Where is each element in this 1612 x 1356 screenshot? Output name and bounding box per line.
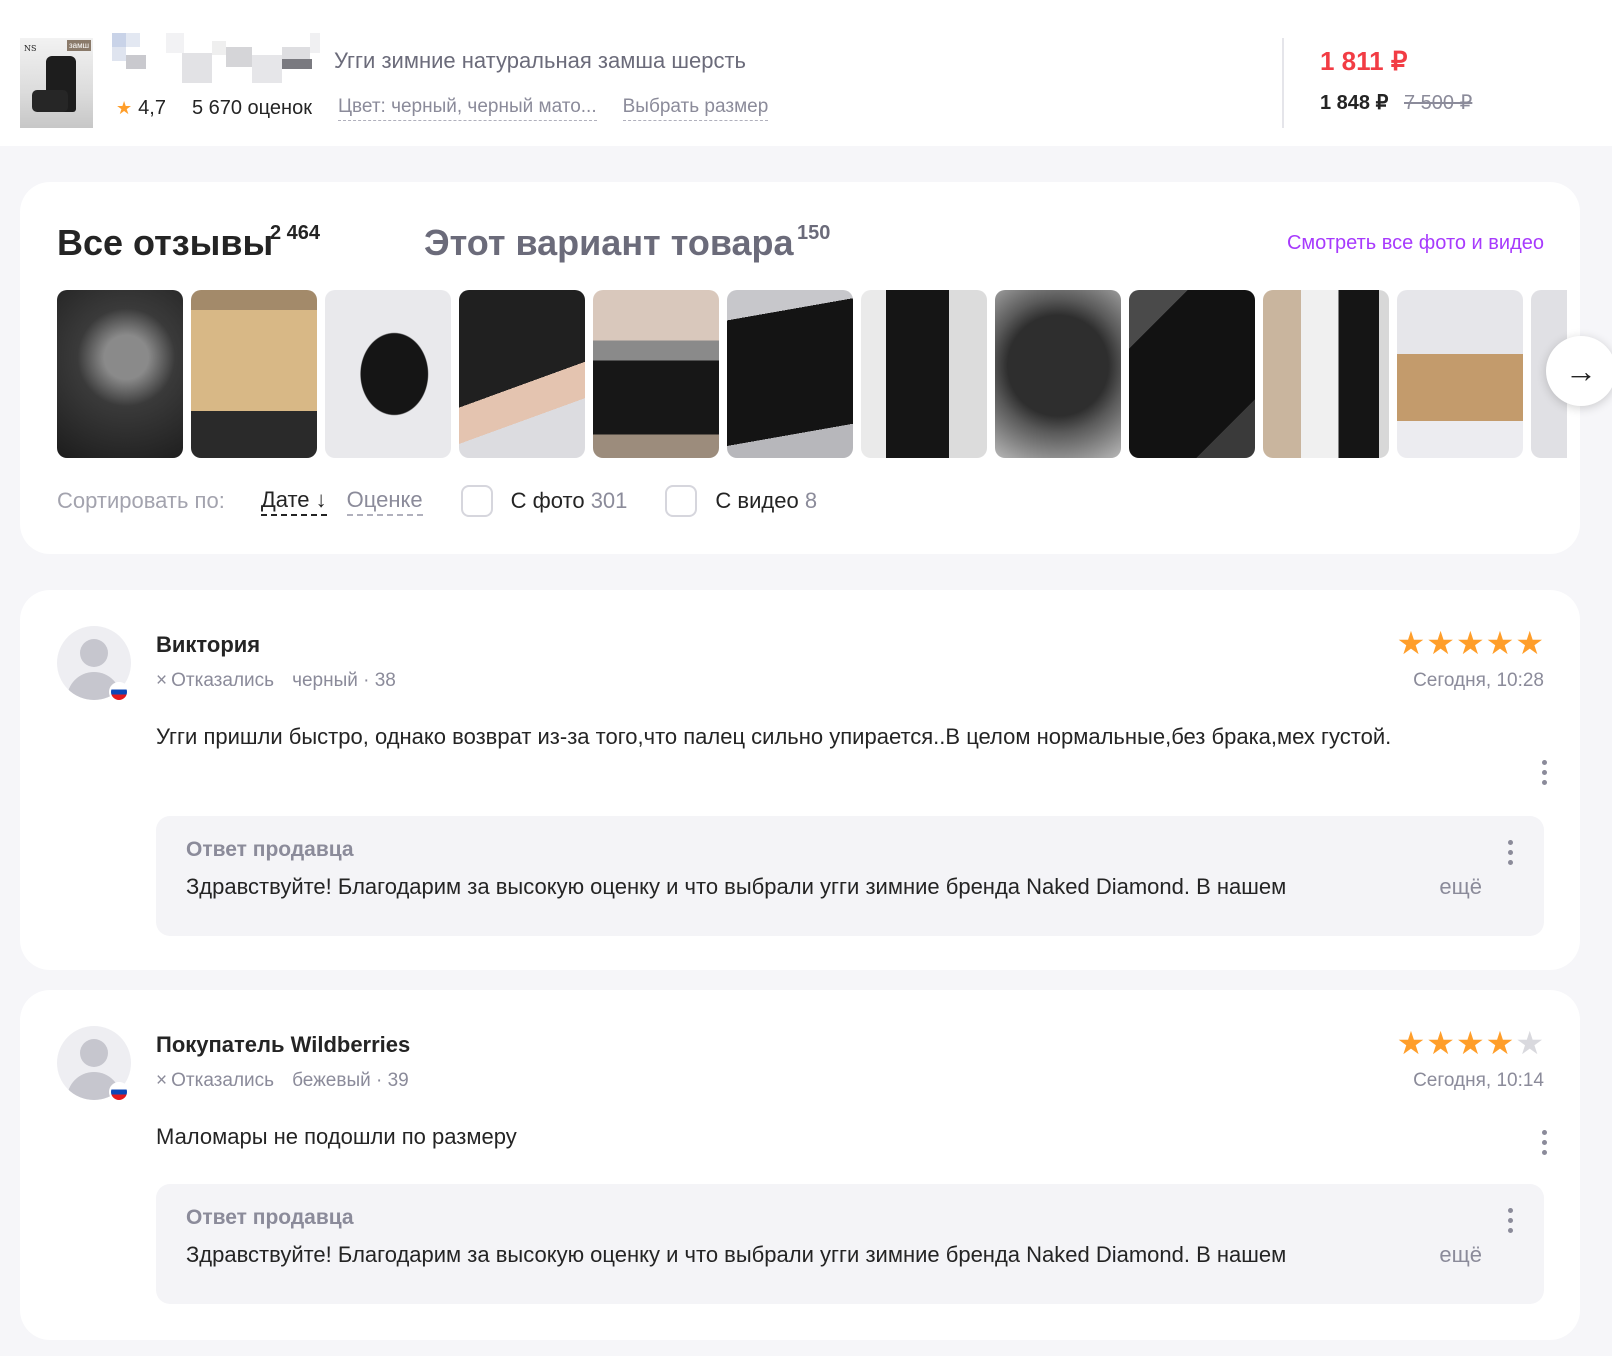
gallery-next-button[interactable]: → [1546,336,1612,406]
review-photo-gallery [57,290,1567,458]
filter-photo-checkbox[interactable] [460,485,493,517]
choose-size-link[interactable]: Выбрать размер [622,96,769,121]
seller-reply: Ответ продавца Здравствуйте! Благодарим … [156,1184,1544,1304]
close-icon: × [156,670,168,691]
price-wallet: 1 848 ₽ [1320,92,1389,114]
star-icon: ★ [1455,1025,1485,1061]
review-status: Отказались [171,670,275,691]
filter-photo-text: С фото [510,488,585,513]
avatar-head-shape [80,639,108,667]
russia-flag-icon [109,1082,129,1102]
sort-label: Сортировать по: [57,488,225,513]
thumbnail-logo-mark: NS [24,44,37,53]
review-variant: черный · 38 [292,670,396,691]
review-stars: ★ ★ ★ ★ ★ [1396,626,1544,660]
review-photo[interactable] [191,290,317,458]
review-photo[interactable] [1397,290,1523,458]
star-icon: ★ [1485,1025,1515,1061]
price-old: 7 500 ₽ [1404,92,1473,114]
reply-more-link[interactable]: ещё [1439,874,1482,900]
star-empty-icon: ★ [1515,1025,1544,1061]
review-meta: × Отказались черный · 38 [156,670,396,692]
review-photo[interactable] [861,290,987,458]
product-meta-row: ★ 4,7 5 670 оценок Цвет: черный, черный … [116,94,794,122]
star-icon: ★ [1396,1025,1426,1061]
review-photo[interactable] [325,290,451,458]
header-divider [1282,38,1284,128]
filter-photo-label[interactable]: С фото 301 [511,488,628,514]
price-current: 1 811 ₽ [1320,46,1408,76]
reply-more-link[interactable]: ещё [1439,1242,1482,1268]
product-thumbnail[interactable]: NS замш [20,38,93,128]
product-ratings-count[interactable]: 5 670 оценок [192,97,312,120]
review-photo[interactable] [1129,290,1255,458]
star-icon: ★ [1426,1025,1455,1061]
filter-video-checkbox[interactable] [665,485,698,517]
review-card: Виктория × Отказались черный · 38 ★ ★ ★ ★ … [20,590,1580,970]
review-photo[interactable] [727,290,853,458]
thumbnail-label-mark: замш [66,40,91,51]
see-all-media-link[interactable]: Смотреть все фото и видео [1287,232,1544,255]
review-status: Отказались [171,1070,275,1091]
review-menu-button[interactable] [1540,760,1548,790]
filter-video-count: 8 [804,488,818,513]
filter-video-text: С видео [715,488,799,513]
seller-reply-text: Здравствуйте! Благодарим за высокую оцен… [186,874,1287,899]
review-menu-button[interactable] [1540,1130,1548,1160]
review-text: Угги пришли быстро, однако возврат из-за… [156,724,1392,749]
sort-by-rating[interactable]: Оценке [346,487,423,516]
product-rating: 4,7 [138,96,166,119]
reviews-header-card: Все отзывы 2 464 Этот вариант товара 150… [20,182,1612,554]
reply-menu-button[interactable] [1506,1208,1514,1238]
star-icon: ★ [1485,625,1515,661]
tab-all-reviews-count: 2 464 [270,222,321,244]
review-photo[interactable] [459,290,585,458]
review-card: Покупатель Wildberries × Отказались бежевы… [20,990,1580,1340]
review-photo[interactable] [1263,290,1389,458]
close-icon: × [156,1070,168,1091]
star-icon: ★ [1455,625,1485,661]
sort-by-date-label: Дате [260,486,310,512]
avatar-head-shape [80,1039,108,1067]
product-title[interactable]: Угги зимние натуральная замша шерсть [334,48,746,74]
review-text: Маломары не подошли по размеру [156,1124,517,1149]
seller-reply: Ответ продавца Здравствуйте! Благодарим … [156,816,1544,936]
review-date: Сегодня, 10:14 [1413,1070,1544,1091]
product-header-bar: NS замш Угги зимние натуральная замша ше… [0,0,1612,146]
product-color-selector[interactable]: Цвет: черный, черный мато... [337,96,597,121]
arrow-right-icon: → [1565,352,1597,389]
review-date: Сегодня, 10:28 [1413,670,1544,691]
review-variant: бежевый · 39 [292,1070,409,1091]
review-meta: × Отказались бежевый · 39 [156,1070,409,1092]
filter-video-label[interactable]: С видео 8 [715,488,817,514]
tab-all-reviews[interactable]: Все отзывы [57,222,273,264]
arrow-down-icon: ↓ [315,486,327,512]
blurred-brand-name [112,33,327,85]
thumbnail-boot-shape-2 [32,90,68,112]
reviewer-name: Виктория [156,632,261,657]
reviewer-name: Покупатель Wildberries [156,1032,411,1057]
star-icon: ★ [1515,625,1544,661]
seller-reply-title: Ответ продавца [186,838,354,861]
filter-photo-count: 301 [590,488,628,513]
star-icon: ★ [116,97,133,118]
review-stars: ★ ★ ★ ★ ★ [1396,1026,1544,1060]
review-photo[interactable] [995,290,1121,458]
star-icon: ★ [1396,625,1426,661]
sort-filter-row: Сортировать по: Дате ↓ Оценке С фото 301… [57,482,855,520]
review-photo[interactable] [57,290,183,458]
seller-reply-title: Ответ продавца [186,1206,354,1229]
russia-flag-icon [109,682,129,702]
reply-menu-button[interactable] [1506,840,1514,870]
sort-by-date[interactable]: Дате ↓ [260,486,327,516]
seller-reply-text: Здравствуйте! Благодарим за высокую оцен… [186,1242,1287,1267]
star-icon: ★ [1426,625,1455,661]
review-photo[interactable] [593,290,719,458]
tab-this-variant-count: 150 [797,222,831,244]
tab-this-variant[interactable]: Этот вариант товара [424,222,794,264]
